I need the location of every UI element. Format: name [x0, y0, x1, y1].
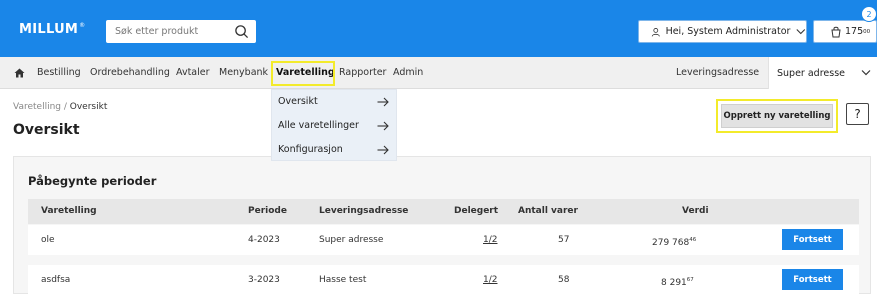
- cart-count-badge: 2: [861, 6, 877, 22]
- col-periode: Periode: [248, 206, 287, 216]
- dropdown-item-konfigurasjon[interactable]: Konfigurasjon: [272, 138, 398, 162]
- arrow-right-icon: [377, 97, 389, 107]
- breadcrumb: Varetelling / Oversikt: [13, 102, 108, 112]
- page-title: Oversikt: [13, 122, 80, 138]
- cart-button[interactable]: 175 00: [813, 20, 877, 43]
- col-delegert: Delegert: [454, 206, 499, 216]
- table-row: ole 4-2023 Super adresse 1/2 57 279 7684…: [28, 225, 859, 255]
- cart-amount: 175: [845, 26, 864, 37]
- cell-name: ole: [41, 235, 55, 245]
- arrow-right-icon: [377, 145, 389, 155]
- search-icon[interactable]: [234, 24, 249, 39]
- top-header: MILLUM® Hei, System Administrator 17500 …: [0, 0, 877, 57]
- user-menu-button[interactable]: Hei, System Administrator: [638, 20, 807, 43]
- table-row: asdfsa 3-2023 Hasse test 1/2 58 8 29167 …: [28, 265, 859, 294]
- continue-button[interactable]: Fortsett: [782, 229, 843, 250]
- home-icon[interactable]: [14, 68, 25, 78]
- delivery-address-select[interactable]: Super adresse: [768, 57, 877, 89]
- cart-icon: [831, 26, 841, 37]
- nav-item-admin[interactable]: Admin: [393, 57, 423, 89]
- search-input[interactable]: [106, 20, 231, 43]
- cell-period: 4-2023: [248, 235, 280, 245]
- col-varetelling: Varetelling: [41, 206, 97, 216]
- col-verdi: Verdi: [682, 206, 709, 216]
- panel-title: Påbegynte perioder: [28, 174, 157, 188]
- breadcrumb-parent[interactable]: Varetelling: [13, 102, 61, 112]
- highlight-varetelling: [271, 61, 335, 86]
- col-antall-varer: Antall varer: [518, 206, 578, 216]
- cell-name: asdfsa: [41, 275, 71, 285]
- logo[interactable]: MILLUM®: [19, 22, 85, 37]
- cell-count: 58: [558, 275, 570, 285]
- varetelling-dropdown: Oversikt Alle varetellinger Konfigurasjo…: [271, 89, 397, 161]
- cell-address: Hasse test: [319, 275, 367, 285]
- nav-item-bestilling[interactable]: Bestilling: [37, 57, 81, 89]
- chevron-down-icon: [861, 70, 871, 76]
- help-button[interactable]: ?: [846, 103, 869, 125]
- cell-address: Super adresse: [319, 235, 384, 245]
- user-icon: [651, 27, 660, 37]
- col-leveringsadresse: Leveringsadresse: [319, 206, 409, 216]
- continue-button[interactable]: Fortsett: [782, 269, 843, 290]
- cell-count: 57: [558, 235, 570, 245]
- cart-cents: 00: [863, 28, 871, 35]
- dropdown-item-oversikt[interactable]: Oversikt: [272, 90, 398, 114]
- table-header: Varetelling Periode Leveringsadresse Del…: [28, 199, 859, 224]
- nav-item-menybank[interactable]: Menybank: [219, 57, 268, 89]
- nav-item-avtaler[interactable]: Avtaler: [176, 57, 210, 89]
- user-greeting: Hei, System Administrator: [665, 26, 791, 37]
- cell-value: 279 76846: [652, 237, 697, 248]
- cell-delegated-link[interactable]: 1/2: [483, 225, 497, 255]
- dropdown-item-alle-varetellinger[interactable]: Alle varetellinger: [272, 114, 398, 138]
- cell-value: 8 29167: [661, 277, 694, 288]
- chevron-down-icon: [796, 29, 806, 35]
- nav-item-rapporter[interactable]: Rapporter: [339, 57, 386, 89]
- delivery-address-label: Leveringsadresse: [676, 67, 760, 78]
- nav-item-ordrebehandling[interactable]: Ordrebehandling: [90, 57, 170, 89]
- delivery-address-value: Super adresse: [777, 67, 845, 79]
- arrow-right-icon: [377, 121, 389, 131]
- create-new-count-button[interactable]: Opprett ny varetelling: [721, 104, 833, 128]
- main-nav: Bestilling Ordrebehandling Avtaler Menyb…: [0, 57, 877, 89]
- cell-delegated-link[interactable]: 1/2: [483, 265, 497, 294]
- search-box: [106, 20, 256, 43]
- breadcrumb-current: Oversikt: [69, 102, 108, 112]
- cell-period: 3-2023: [248, 275, 280, 285]
